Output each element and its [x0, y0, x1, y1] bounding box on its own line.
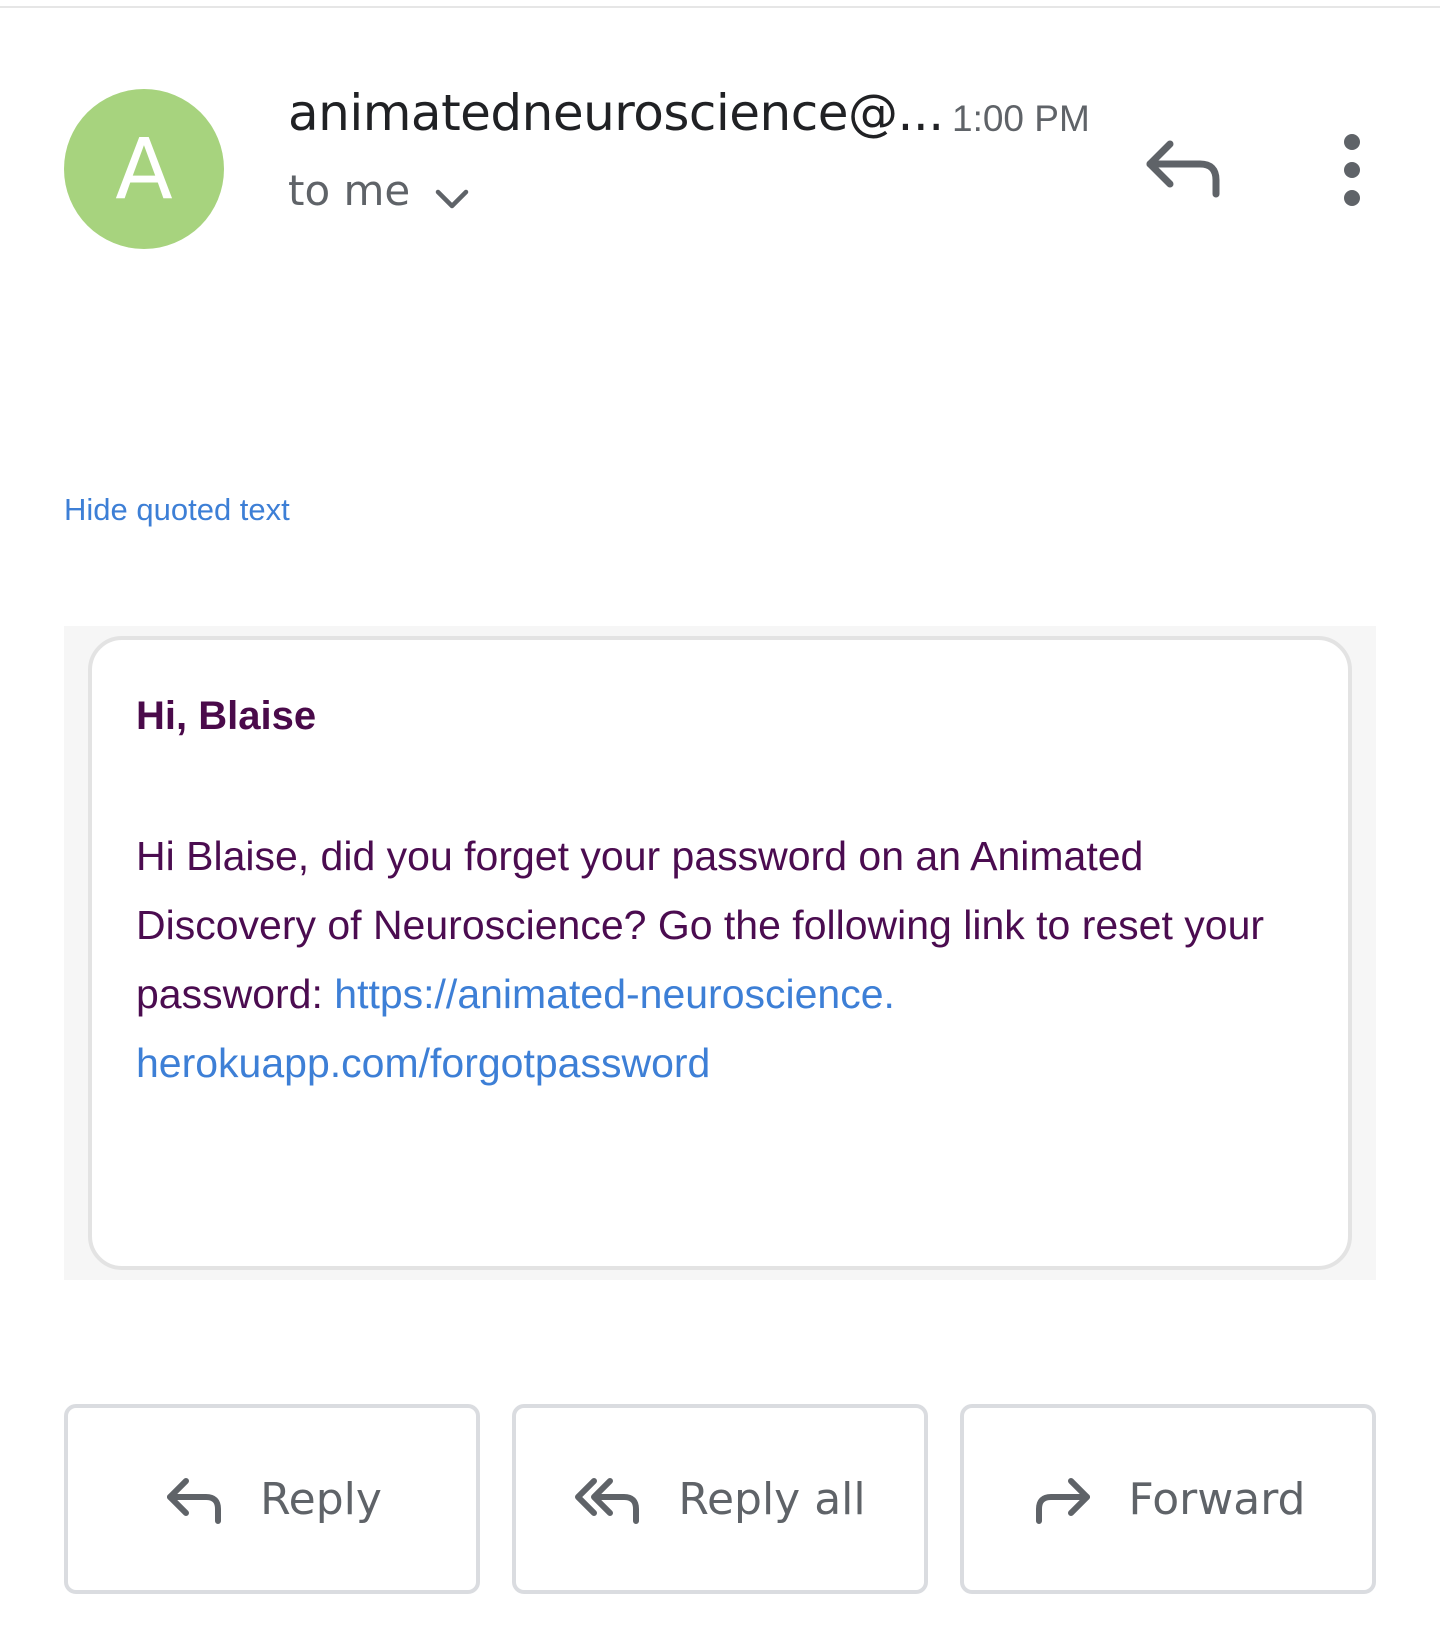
- reply-all-button[interactable]: Reply all: [512, 1404, 928, 1594]
- message-time: 1:00 PM: [952, 98, 1090, 139]
- reset-link-part-2: herokuapp.com/forgotpassword: [136, 1040, 711, 1086]
- chevron-down-icon[interactable]: [432, 184, 472, 214]
- forward-button[interactable]: Forward: [960, 1404, 1376, 1594]
- message-body: Hi Blaise, did you forget your password …: [136, 822, 1306, 1098]
- quoted-message-panel: Hi, Blaise Hi Blaise, did you forget you…: [64, 626, 1376, 1280]
- avatar-letter: A: [115, 120, 173, 218]
- reply-button-label: Reply: [260, 1473, 382, 1525]
- reply-icon[interactable]: [1140, 134, 1224, 204]
- more-vert-icon[interactable]: [1330, 132, 1374, 208]
- top-divider: [0, 0, 1440, 8]
- forward-button-label: Forward: [1128, 1473, 1306, 1525]
- reset-link-part-1: https://animated-neuroscience.: [334, 971, 895, 1017]
- forward-icon: [1035, 1478, 1090, 1524]
- reply-icon: [167, 1478, 222, 1524]
- reply-all-button-label: Reply all: [678, 1473, 866, 1525]
- reply-button[interactable]: Reply: [64, 1404, 480, 1594]
- recipient-label[interactable]: to me: [288, 166, 410, 215]
- sender-name[interactable]: animatedneuroscience@...: [288, 84, 944, 142]
- hide-quoted-text-link[interactable]: Hide quoted text: [64, 492, 290, 528]
- quoted-message-card: Hi, Blaise Hi Blaise, did you forget you…: [88, 636, 1352, 1270]
- reply-all-icon: [575, 1478, 640, 1524]
- message-greeting: Hi, Blaise: [136, 694, 317, 738]
- sender-avatar[interactable]: A: [64, 89, 224, 249]
